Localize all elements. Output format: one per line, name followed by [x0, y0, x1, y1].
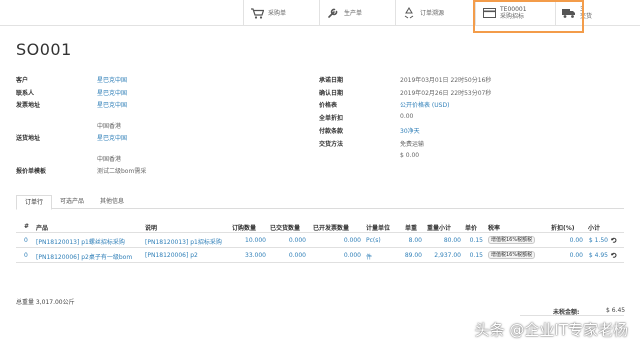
row-uom[interactable]: 件: [366, 252, 372, 261]
payment-terms-link[interactable]: 30净天: [400, 126, 420, 135]
purchase-order-button[interactable]: 采购单: [243, 0, 319, 26]
confirm-date-value: 2019年02月26日 22时53分07秒: [400, 90, 492, 97]
discount-value: 0.00: [400, 113, 414, 120]
purchase-tender-label: 采购招标: [500, 13, 525, 20]
shipping-country: 中国香港: [97, 156, 122, 163]
quote-template-label: 报价单模板: [16, 168, 47, 175]
col-tax-header: 税率: [488, 225, 501, 232]
confirm-date-label: 确认日期: [319, 90, 344, 97]
row-subtotal: $ 1.50: [588, 237, 608, 244]
col-description-header: 说明: [145, 225, 158, 232]
col-invoiced-header: 已开发票数量: [313, 225, 350, 232]
row-qty[interactable]: 10.000: [232, 237, 266, 244]
notebook-tabs: 订单行 可选产品 其他信息: [16, 195, 624, 210]
card-icon: [482, 7, 496, 19]
col-discount-header: 折扣(%): [551, 225, 575, 232]
row-unit-weight: 89.00: [404, 252, 422, 259]
row-product[interactable]: [PN18120013] p1螺丝招标采购: [36, 237, 125, 246]
delivery-button[interactable]: 3 交货: [555, 0, 640, 26]
tab-other-info[interactable]: 其他信息: [92, 195, 132, 209]
cart-icon: [250, 7, 264, 19]
record-title: SO001: [16, 40, 72, 59]
customer-link[interactable]: 星巴克中国: [97, 75, 127, 84]
purchase-tender-button[interactable]: TE00001 采购招标: [475, 0, 555, 26]
col-seq-header: #: [24, 223, 30, 230]
row-subtotal: $ 4.95: [588, 252, 608, 259]
order-trace-label: 订单溯源: [420, 9, 445, 17]
delivery-method-label: 交货方法: [319, 141, 344, 148]
row-seq: 0: [24, 237, 28, 244]
row-unit-weight: 8.00: [408, 237, 422, 244]
delivery-method-value: 免费运输: [400, 141, 425, 148]
customer-label: 客户: [16, 77, 29, 84]
row-divider: [16, 247, 624, 248]
discount-label: 全单折扣: [319, 115, 344, 122]
col-price-header: 单价: [465, 225, 478, 232]
invoice-address-label: 发票地址: [16, 102, 41, 109]
shipping-address-link[interactable]: 星巴克中国: [97, 133, 127, 142]
row-price[interactable]: 0.15: [463, 237, 483, 244]
row-discount[interactable]: 0.00: [555, 237, 583, 244]
col-delivered-header: 已交货数量: [270, 225, 301, 232]
contact-link[interactable]: 星巴克中国: [97, 88, 127, 97]
row-seq: 0: [24, 252, 28, 259]
row-divider: [16, 262, 624, 263]
row-description[interactable]: [PN18120006] p2: [145, 252, 198, 259]
invoice-country: 中国香港: [97, 123, 122, 130]
col-product-header: 产品: [36, 225, 49, 232]
tab-optional-products[interactable]: 可选产品: [52, 195, 92, 209]
row-uom[interactable]: Pc(s): [366, 237, 381, 244]
undo-icon[interactable]: [611, 237, 617, 244]
contact-label: 联系人: [16, 90, 35, 97]
delivery-label: 交货: [580, 13, 593, 20]
order-trace-button[interactable]: 订单溯源: [395, 0, 475, 26]
col-subtotal-header: 小计: [588, 225, 601, 232]
row-weight-subtotal: 2,937.00: [434, 252, 461, 259]
row-discount[interactable]: 0.00: [555, 252, 583, 259]
row-product[interactable]: [PN18120006] p2桌子有一级bom: [36, 252, 132, 261]
truck-icon: [562, 7, 576, 19]
pricelist-link[interactable]: 公开价格表 (USD): [400, 100, 449, 109]
shipping-address-label: 送货地址: [16, 135, 41, 142]
col-unit-weight-header: 单重: [405, 225, 418, 232]
row-description[interactable]: [PN18120013] p1招标采购: [145, 237, 222, 246]
smart-buttons-bar: 采购单 生产单 订单溯源 TE00001 采购招标 3 交货: [0, 0, 640, 26]
promise-date-value: 2019年03月01日 22时50分16秒: [400, 77, 492, 84]
purchase-tender-value: TE00001: [500, 6, 527, 13]
wrench-icon: [326, 7, 340, 19]
row-tax-tag[interactable]: 增值税16%税额税: [488, 236, 536, 244]
row-delivered: 0.000: [288, 237, 306, 244]
promise-date-label: 承诺日期: [319, 77, 344, 84]
col-uom-header: 计量单位: [366, 225, 391, 232]
row-price[interactable]: 0.15: [463, 252, 483, 259]
row-invoiced: 0.000: [343, 252, 361, 259]
table-header-divider: [16, 232, 624, 233]
col-qty-header: 订购数量: [232, 225, 257, 232]
row-tax-tag[interactable]: 增值税16%税额税: [488, 251, 536, 259]
recycle-icon: [402, 7, 416, 19]
col-weight-subtotal-header: 重量小计: [427, 225, 452, 232]
production-order-label: 生产单: [344, 9, 363, 17]
pricelist-label: 价格表: [319, 102, 338, 109]
invoice-address-link[interactable]: 星巴克中国: [97, 100, 127, 109]
untaxed-label: 未税金额:: [553, 309, 580, 316]
delivery-count: 3: [580, 6, 584, 13]
quote-template-value: 测试二级bom需采: [97, 168, 147, 175]
payment-terms-label: 付款条款: [319, 128, 344, 135]
purchase-order-label: 采购单: [268, 9, 287, 17]
untaxed-value: $ 6.45: [606, 307, 626, 314]
undo-icon[interactable]: [611, 252, 617, 259]
total-weight: 总重量 3,017.00公斤: [16, 299, 75, 306]
watermark-text: 头条 @企业IT专家老杨: [474, 321, 628, 339]
row-qty[interactable]: 33.000: [232, 252, 266, 259]
production-order-button[interactable]: 生产单: [319, 0, 395, 26]
row-invoiced: 0.000: [343, 237, 361, 244]
row-delivered: 0.000: [288, 252, 306, 259]
delivery-cost-value: $ 0.00: [400, 152, 420, 159]
row-weight-subtotal: 80.00: [443, 237, 461, 244]
tab-order-lines[interactable]: 订单行: [16, 195, 52, 210]
